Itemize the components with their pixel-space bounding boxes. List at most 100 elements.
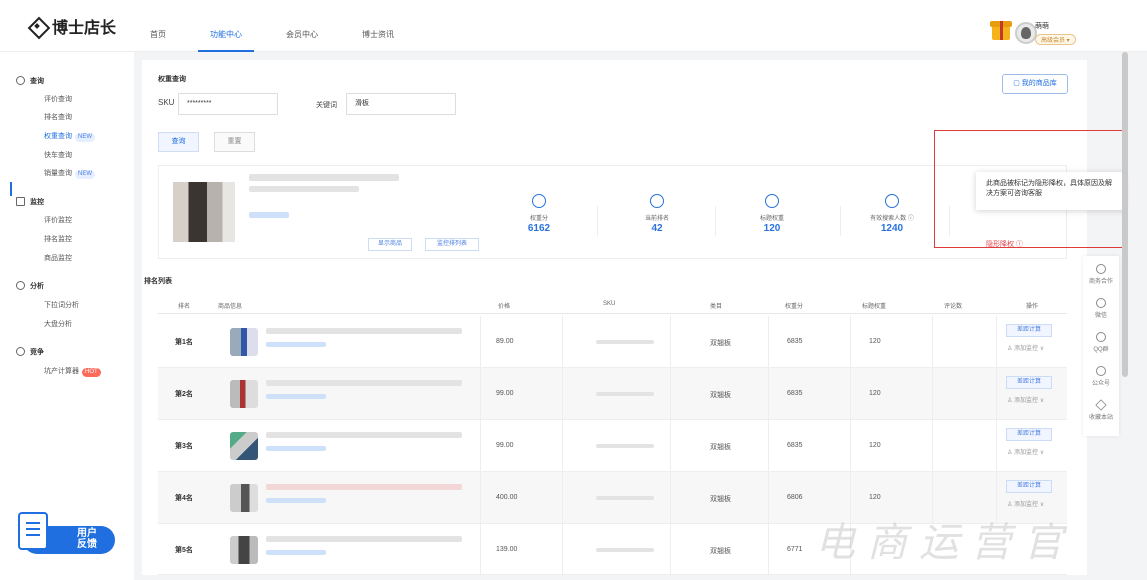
- gift-icon[interactable]: [990, 21, 1012, 40]
- gap-calc-button[interactable]: 差距计算: [1006, 324, 1052, 337]
- sidebar-group-analysis: 分析: [16, 281, 44, 291]
- logo-diamond-icon: [28, 17, 46, 35]
- col-product-info: 商品信息: [218, 304, 243, 310]
- metric-weight-score: 权重分 6162: [499, 194, 579, 234]
- sidebar-group-query: 查询: [16, 76, 44, 86]
- sku-input[interactable]: *********: [178, 93, 278, 115]
- blurred-sku: [596, 496, 654, 500]
- col-weight-score: 权重分: [785, 304, 804, 310]
- scrollbar[interactable]: [1122, 52, 1128, 377]
- keyword-label: 关键词: [316, 102, 337, 109]
- table-row: 第2名 99.00 双翘板 6835 120 差距计算 ♙ 添加监控 ∨: [158, 368, 1067, 420]
- add-monitor-link[interactable]: ♙ 添加监控 ∨: [1007, 343, 1044, 352]
- col-price: 价格: [498, 304, 511, 310]
- sidebar-item-market-analysis[interactable]: 大盘分析: [44, 319, 72, 329]
- section-title-ranking: 排名列表: [144, 278, 172, 285]
- blurred-subtitle: [249, 186, 359, 192]
- blurred-shop-link: [249, 212, 289, 218]
- keyword-input[interactable]: 滑板: [346, 93, 456, 115]
- bookmark-site[interactable]: 收藏本站: [1083, 399, 1119, 421]
- feedback-label-2: 反馈: [77, 539, 97, 550]
- logo-text: 博士店长: [52, 20, 117, 37]
- metric-title-weight: 标题权重 120: [732, 194, 812, 234]
- my-product-library-button[interactable]: ▢ 我的商品库: [1002, 74, 1068, 94]
- search-icon: [16, 76, 25, 85]
- top-header: 博士店长 首页 功能中心 会员中心 博士资讯 萌萌 高级会员 ▾: [0, 0, 1147, 52]
- sidebar-item-weight-query[interactable]: 权重查询 NEW: [44, 131, 95, 142]
- bar-chart-icon: [650, 194, 664, 208]
- metric-current-rank: 当前排名 42: [617, 194, 697, 234]
- star-icon: [1095, 399, 1107, 411]
- col-rank: 排名: [178, 304, 191, 310]
- avatar[interactable]: [1015, 22, 1037, 44]
- sidebar-item-product-monitor[interactable]: 商品监控: [44, 253, 72, 263]
- blurred-sku: [596, 548, 654, 552]
- sidebar-item-sales-query[interactable]: 销量查询 NEW: [44, 168, 95, 179]
- gap-calc-button[interactable]: 差距计算: [1006, 428, 1052, 441]
- add-monitor-link[interactable]: ♙ 添加监控 ∨: [1007, 395, 1044, 404]
- sidebar-item-review-monitor[interactable]: 评价监控: [44, 215, 72, 225]
- wechat[interactable]: 微信: [1083, 298, 1119, 319]
- sidebar-item-rank-query[interactable]: 排名查询: [44, 112, 72, 122]
- nav-function-center[interactable]: 功能中心: [188, 0, 264, 52]
- feedback-button[interactable]: 用户 反馈: [18, 512, 115, 554]
- show-product-button[interactable]: 显示商品: [368, 238, 412, 251]
- ranking-table-header: 排名 商品信息 价格 SKU 类目 权重分 标题权重 评论数 操作: [158, 296, 1067, 314]
- product-thumbnail: [230, 380, 258, 408]
- add-monitor-link[interactable]: ♙ 添加监控 ∨: [1007, 447, 1044, 456]
- sidebar-item-review-query[interactable]: 评价查询: [44, 94, 72, 104]
- monitor-list-button[interactable]: 监控排列表: [425, 238, 479, 251]
- official-account[interactable]: 公众号: [1083, 366, 1119, 387]
- users-icon: [885, 194, 899, 208]
- sidebar-group-competition: 竞争: [16, 347, 44, 357]
- col-category: 类目: [710, 304, 723, 310]
- hot-tag: HOT: [82, 368, 101, 377]
- sidebar-item-rank-monitor[interactable]: 排名监控: [44, 234, 72, 244]
- product-image: [173, 182, 235, 242]
- main-nav: 首页 功能中心 会员中心 博士资讯: [150, 0, 416, 52]
- qq-icon: [1096, 332, 1106, 342]
- gap-calc-button[interactable]: 差距计算: [1006, 376, 1052, 389]
- col-comments: 评论数: [944, 304, 963, 310]
- logo[interactable]: 博士店长: [28, 14, 116, 38]
- sidebar-active-indicator: [10, 182, 12, 196]
- col-sku: SKU: [603, 301, 616, 307]
- product-thumbnail: [230, 432, 258, 460]
- hidden-demotion-tooltip: 此商品被标记为隐形降权，具体原因及解决方案可咨询客服: [976, 172, 1124, 210]
- blurred-sku: [596, 392, 654, 396]
- blurred-sku: [596, 340, 654, 344]
- nav-home[interactable]: 首页: [150, 0, 188, 52]
- sidebar-group-monitor: 监控: [16, 197, 44, 207]
- sidebar-item-express-query[interactable]: 快车查询: [44, 150, 72, 160]
- sidebar-item-pit-calculator[interactable]: 坑产计算器 HOT: [44, 366, 101, 377]
- product-thumbnail: [230, 484, 258, 512]
- nav-news[interactable]: 博士资讯: [340, 0, 416, 52]
- reset-button[interactable]: 重置: [214, 132, 255, 152]
- user-name: 萌萌: [1035, 23, 1049, 30]
- monitor-icon: [16, 197, 25, 206]
- target-icon: [16, 347, 25, 356]
- col-title-weight: 标题权重: [862, 304, 887, 310]
- product-thumbnail: [230, 328, 258, 356]
- qq-group[interactable]: QQ群: [1083, 332, 1119, 353]
- sku-label: SKU: [158, 98, 175, 107]
- box-icon: ▢: [1013, 80, 1022, 87]
- business-cooperation[interactable]: 商务合作: [1083, 264, 1119, 285]
- gap-calc-button[interactable]: 差距计算: [1006, 480, 1052, 493]
- handshake-icon: [1096, 264, 1106, 274]
- nav-member-center[interactable]: 会员中心: [264, 0, 340, 52]
- list-icon: [765, 194, 779, 208]
- watermark-text: 电商运营官: [815, 520, 1075, 566]
- table-row: 第3名 99.00 双翘板 6835 120 差距计算 ♙ 添加监控 ∨: [158, 420, 1067, 472]
- sidebar-item-dropdown-analysis[interactable]: 下拉词分析: [44, 300, 79, 310]
- add-monitor-link[interactable]: ♙ 添加监控 ∨: [1007, 499, 1044, 508]
- member-level-badge[interactable]: 高级会员 ▾: [1035, 34, 1076, 45]
- new-tag: NEW: [75, 133, 95, 142]
- col-actions: 操作: [1026, 304, 1039, 310]
- pie-chart-icon: [532, 194, 546, 208]
- blurred-title: [249, 174, 399, 181]
- chat-icon: [1096, 366, 1106, 376]
- section-title-weight-query: 权重查询: [158, 76, 186, 83]
- query-button[interactable]: 查询: [158, 132, 199, 152]
- feedback-document-icon: [18, 512, 48, 550]
